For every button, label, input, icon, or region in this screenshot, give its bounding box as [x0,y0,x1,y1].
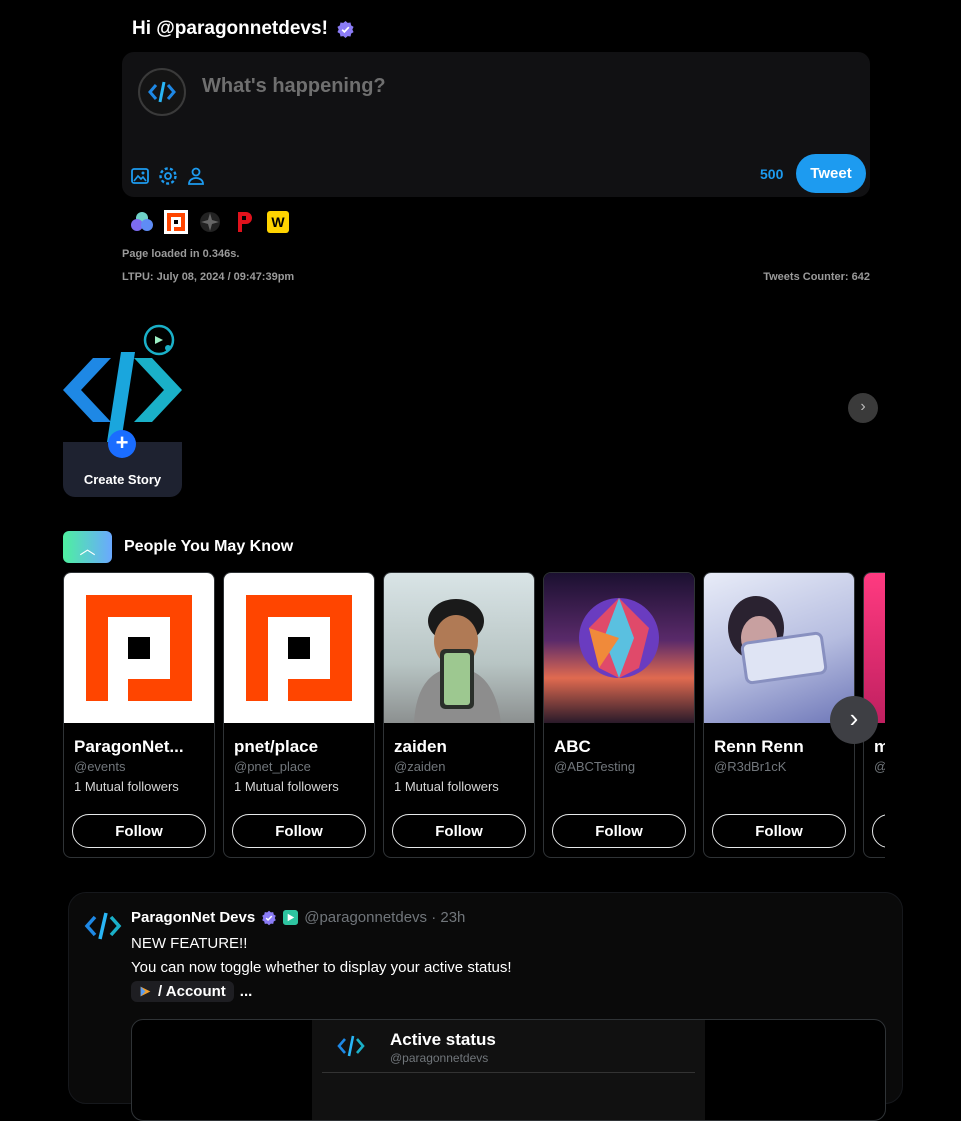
follow-button[interactable]: Follow [232,814,366,848]
card-name: ABC [554,737,591,756]
create-story-card[interactable]: Create Story + [63,324,182,497]
character-count: 500 [760,166,784,182]
app-shortcuts: W [130,210,290,234]
follow-button[interactable] [872,814,885,848]
post-text-line: You can now toggle whether to display yo… [131,959,512,976]
card-name: zaiden [394,737,447,756]
composer-tools [130,166,206,186]
code-logo-icon [337,1035,365,1057]
sparkle-logo-icon[interactable] [198,210,222,234]
tweet-button[interactable]: Tweet [796,154,866,193]
greeting-text: Hi @paragonnetdevs! [132,18,328,39]
gear-icon[interactable] [158,166,178,186]
profile-image [544,573,694,723]
pymk-carousel: ParagonNet... @events 1 Mutual followers… [63,572,885,859]
card-name: Renn Renn [714,737,804,756]
follow-button[interactable]: Follow [392,814,526,848]
tweet-post: ParagonNet Devs @paragonnetdevs · 23h NE… [68,892,903,1121]
post-mention: / Account ... [131,981,252,1002]
profile-image [64,573,214,723]
card-handle: @zaiden [394,759,446,774]
pymk-title: People You May Know [124,538,294,555]
pymk-card[interactable]: zaiden @zaiden 1 Mutual followers Follow [383,572,535,858]
embed-screenshot: Active status @paragonnetdevs [312,1020,705,1120]
chevron-up-icon: ︿ [79,541,96,558]
w-yellow-logo-icon[interactable]: W [266,210,290,234]
pymk-card[interactable]: ABC @ABCTesting Follow [543,572,695,858]
svg-text:W: W [271,214,285,230]
ltpu-timestamp: LTPU: July 08, 2024 / 09:47:39pm [122,271,295,283]
tweet-composer: 500 Tweet [122,52,870,197]
card-name: m [874,737,885,757]
profile-image [704,573,854,723]
post-handle-time: @paragonnetdevs · 23h [304,909,466,926]
tweet-input[interactable] [200,74,804,99]
post-ellipsis: ... [239,983,253,1000]
post-embed-image[interactable]: Active status @paragonnetdevs [131,1019,886,1121]
user-avatar[interactable] [138,68,186,116]
profile-image [384,573,534,723]
embed-title: Active status [390,1030,496,1049]
app-badge-icon [140,986,151,997]
stories-next-button[interactable]: › [848,393,878,423]
card-name: ParagonNet... [74,737,184,756]
card-handle: @events [74,759,126,774]
card-handle: @ [874,759,885,774]
user-icon[interactable] [186,166,206,186]
divider [322,1072,695,1073]
page-load-time: Page loaded in 0.346s. [122,248,240,260]
post-text-line: NEW FEATURE!! [131,935,248,952]
post-author[interactable]: ParagonNet Devs [131,909,255,926]
tweets-counter: Tweets Counter: 642 [763,271,870,283]
p-red-logo-icon[interactable] [232,210,256,234]
verified-badge-icon [337,20,354,38]
account-link-label: / Account [158,983,226,1000]
chevron-right-icon: › [849,703,859,733]
greeting: Hi @paragonnetdevs! [132,18,355,40]
account-link[interactable]: / Account [131,981,234,1002]
code-logo-icon [148,81,176,103]
verified-badge-icon [262,910,277,925]
plus-icon[interactable]: + [108,430,136,458]
code-logo-icon [84,912,122,940]
card-handle: @ABCTesting [554,759,636,774]
profile-image [224,573,374,723]
image-icon[interactable] [130,166,150,186]
follow-button[interactable]: Follow [712,814,846,848]
card-mutual: 1 Mutual followers [234,779,339,794]
card-handle: @R3dBr1cK [714,759,787,774]
follow-button[interactable]: Follow [552,814,686,848]
card-handle: @pnet_place [234,759,311,774]
pnet-place-logo-icon[interactable] [164,210,188,234]
follow-button[interactable]: Follow [72,814,206,848]
card-name: pnet/place [234,737,319,756]
chevron-right-icon: › [860,398,866,415]
pymk-next-button[interactable]: › [830,696,878,744]
pymk-collapse-button[interactable]: ︿ [63,531,112,563]
story-ring-icon [143,324,175,356]
cluster-logo-icon[interactable] [130,210,154,234]
embed-handle: @paragonnetdevs [390,1051,489,1065]
pymk-card[interactable]: ParagonNet... @events 1 Mutual followers… [63,572,215,858]
post-header: ParagonNet Devs @paragonnetdevs · 23h [131,909,465,926]
app-badge-icon [283,910,299,925]
create-story-label: Create Story [83,472,162,487]
card-mutual: 1 Mutual followers [74,779,179,794]
pymk-card[interactable]: pnet/place @pnet_place 1 Mutual follower… [223,572,375,858]
card-mutual: 1 Mutual followers [394,779,499,794]
